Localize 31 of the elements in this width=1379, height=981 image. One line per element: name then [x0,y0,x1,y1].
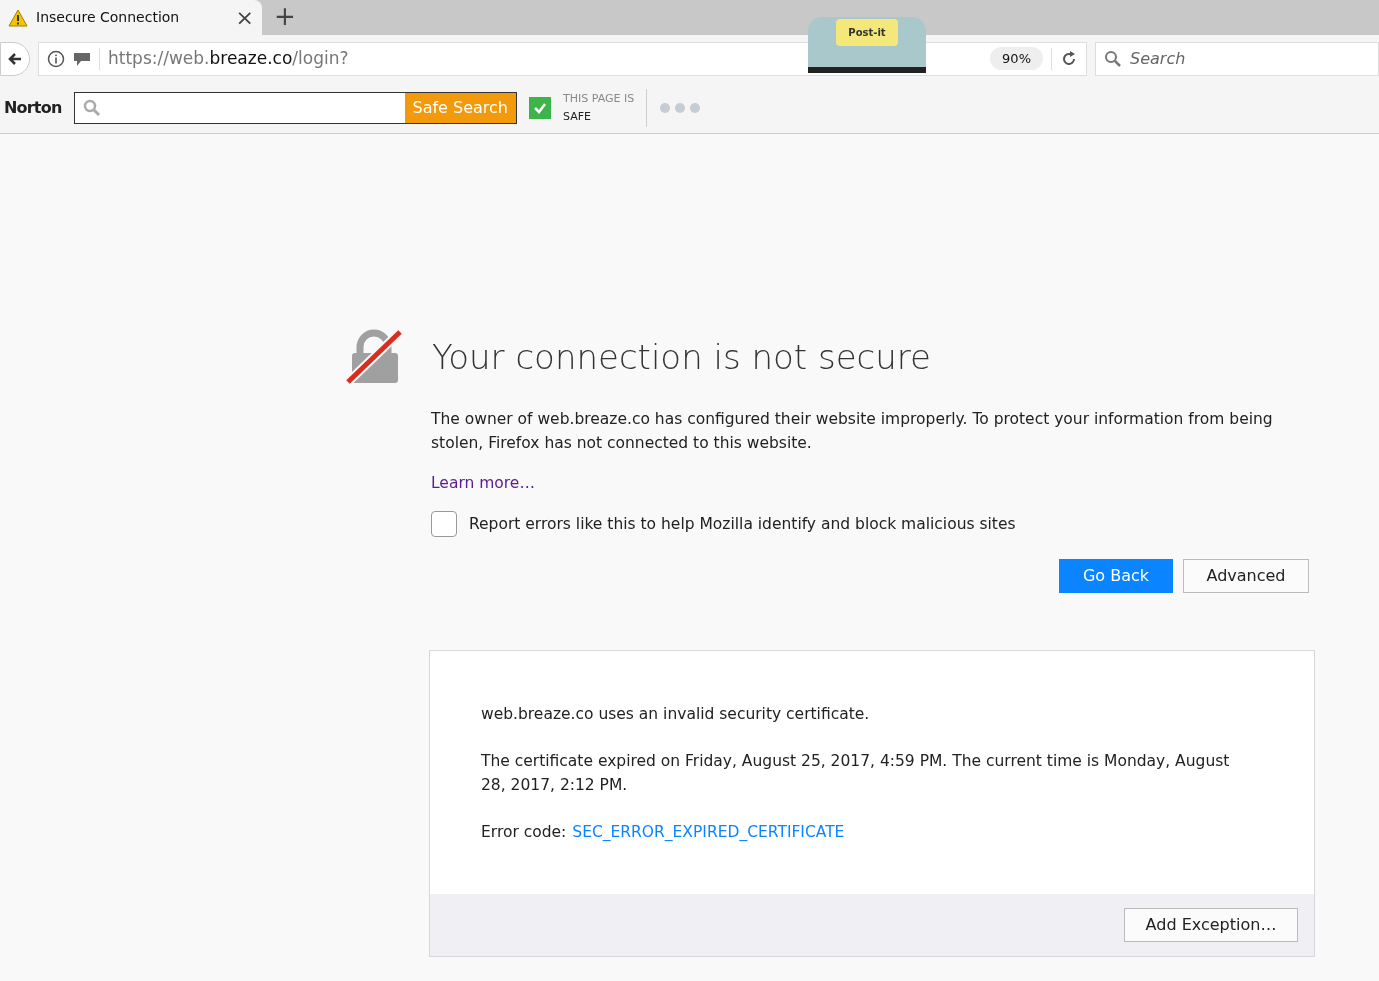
error-code-link[interactable]: SEC_ERROR_EXPIRED_CERTIFICATE [572,820,845,844]
new-tab-button[interactable]: + [274,3,296,29]
advanced-button[interactable]: Advanced [1183,559,1309,594]
error-description: The owner of web.breaze.co has configured their website improperly. To protect your information from being stolen, Firefox has not connected to this website. [431,409,1274,454]
reload-icon[interactable] [1060,49,1078,68]
url-text: https://web.breaze.co/login? [108,46,349,70]
error-code-label: Error code: [481,821,567,843]
search-icon [1104,49,1122,68]
search-field[interactable]: Search [1095,41,1379,76]
browser-tab[interactable]: Insecure Connection × [0,0,262,35]
back-button[interactable] [0,41,30,76]
learn-more-link[interactable]: Learn more… [431,472,535,496]
error-title: Your connection is not secure [432,335,931,379]
report-checkbox[interactable] [431,511,457,538]
add-exception-button[interactable]: Add Exception… [1124,907,1298,942]
certificate-summary: web.breaze.co uses an invalid security certificate. [481,704,871,726]
close-tab-button[interactable]: × [235,6,254,29]
postit-logo[interactable]: Post-it [808,17,926,73]
norton-logo: Norton [3,96,62,119]
zoom-level[interactable]: 90% [990,46,1043,71]
page-status-value: SAFE [563,108,592,125]
info-icon[interactable] [47,49,65,68]
warning-icon [8,8,28,27]
certificate-details: The certificate expired on Friday, August 25, 2017, 4:59 PM. The current time is Monday, August 28, 2017, 2:12 PM. [481,750,1231,796]
search-input[interactable]: Search [1130,46,1370,71]
broken-lock-icon [346,329,402,385]
tab-title: Insecure Connection [36,8,181,27]
back-arrow-icon [7,50,23,67]
page-status-label: THIS PAGE IS [563,90,635,107]
report-label: Report errors like this to help Mozilla identify and block malicious sites [469,513,1016,535]
go-back-button[interactable]: Go Back [1059,559,1173,594]
